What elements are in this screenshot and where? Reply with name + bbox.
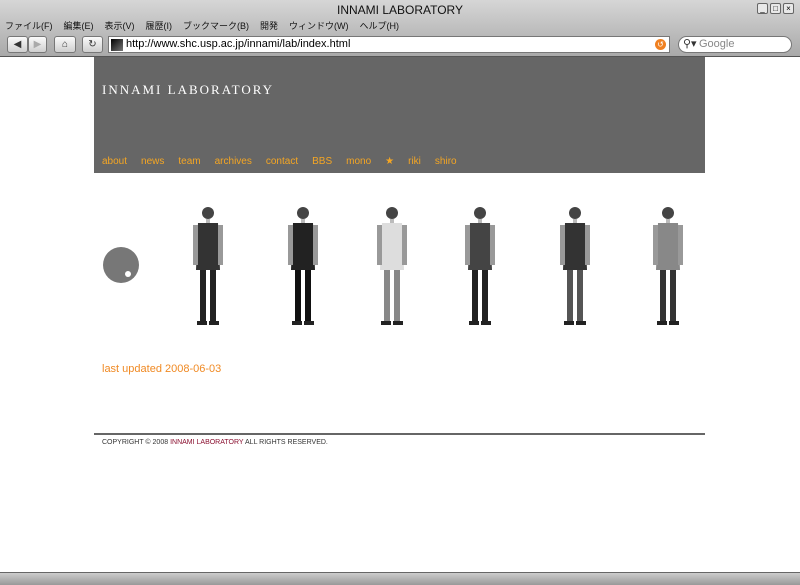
menu-window[interactable]: ウィンドウ(W) [289,19,349,32]
site-title[interactable]: INNAMI LABORATORY [102,82,274,98]
nav-mono[interactable]: mono [346,156,371,167]
team-member-photo[interactable] [648,195,688,335]
forward-button[interactable]: ▶ [28,36,47,53]
reload-small-icon[interactable]: ↺ [655,39,666,50]
footer-divider [94,433,705,435]
site-nav: about news team archives contact BBS mon… [102,156,471,167]
search-placeholder: Google [699,38,735,50]
address-bar[interactable]: http://www.shc.usp.ac.jp/innami/lab/inde… [108,36,670,53]
site-header: INNAMI LABORATORY about news team archiv… [94,57,705,173]
favicon-icon [111,39,123,51]
maximize-button[interactable]: □ [770,3,781,14]
home-button[interactable]: ⌂ [54,36,76,53]
menu-develop[interactable]: 開発 [260,19,278,32]
team-member-photo[interactable] [283,195,323,335]
menu-bookmarks[interactable]: ブックマーク(B) [183,19,249,32]
menu-view[interactable]: 表示(V) [105,19,135,32]
status-bar [0,572,800,585]
logo-circle-icon[interactable] [103,247,139,283]
window-controls: _ □ × [757,3,794,14]
copyright-suffix: ALL RIGHTS RESERVED. [243,439,328,446]
nav-archives[interactable]: archives [215,156,252,167]
back-button[interactable]: ◀ [7,36,28,53]
nav-riki[interactable]: riki [408,156,421,167]
window-title: INNAMI LABORATORY [336,3,464,17]
team-member-photo[interactable] [372,195,412,335]
reload-button[interactable]: ↻ [82,36,103,53]
search-icon: ⚲▾ [683,38,697,50]
last-updated: last updated 2008-06-03 [102,363,222,375]
menu-history[interactable]: 履歴(I) [146,19,173,32]
nav-news[interactable]: news [141,156,164,167]
nav-about[interactable]: about [102,156,127,167]
copyright-prefix: COPYRIGHT © 2008 [102,439,171,446]
nav-star[interactable]: ★ [385,156,394,167]
nav-shiro[interactable]: shiro [435,156,457,167]
team-member-photo[interactable] [188,195,228,335]
close-button[interactable]: × [783,3,794,14]
home-icon: ⌂ [61,39,69,50]
reload-icon: ↻ [88,39,97,50]
menu-edit[interactable]: 編集(E) [64,19,94,32]
team-member-photo[interactable] [555,195,595,335]
nav-bbs[interactable]: BBS [312,156,332,167]
team-member-photo[interactable] [460,195,500,335]
copyright-lab: INNAMI LABORATORY [170,439,244,446]
url-text: http://www.shc.usp.ac.jp/innami/lab/inde… [126,38,351,50]
menu-bar: ファイル(F) 編集(E) 表示(V) 履歴(I) ブックマーク(B) 開発 ウ… [5,19,399,32]
nav-team[interactable]: team [178,156,200,167]
copyright: COPYRIGHT © 2008 INNAMI LABORATORY ALL R… [102,439,328,446]
search-input[interactable]: ⚲▾ Google [678,36,792,53]
nav-contact[interactable]: contact [266,156,298,167]
menu-help[interactable]: ヘルプ(H) [360,19,400,32]
browser-chrome: INNAMI LABORATORY _ □ × ファイル(F) 編集(E) 表示… [0,0,800,57]
minimize-button[interactable]: _ [757,3,768,14]
menu-file[interactable]: ファイル(F) [5,19,53,32]
